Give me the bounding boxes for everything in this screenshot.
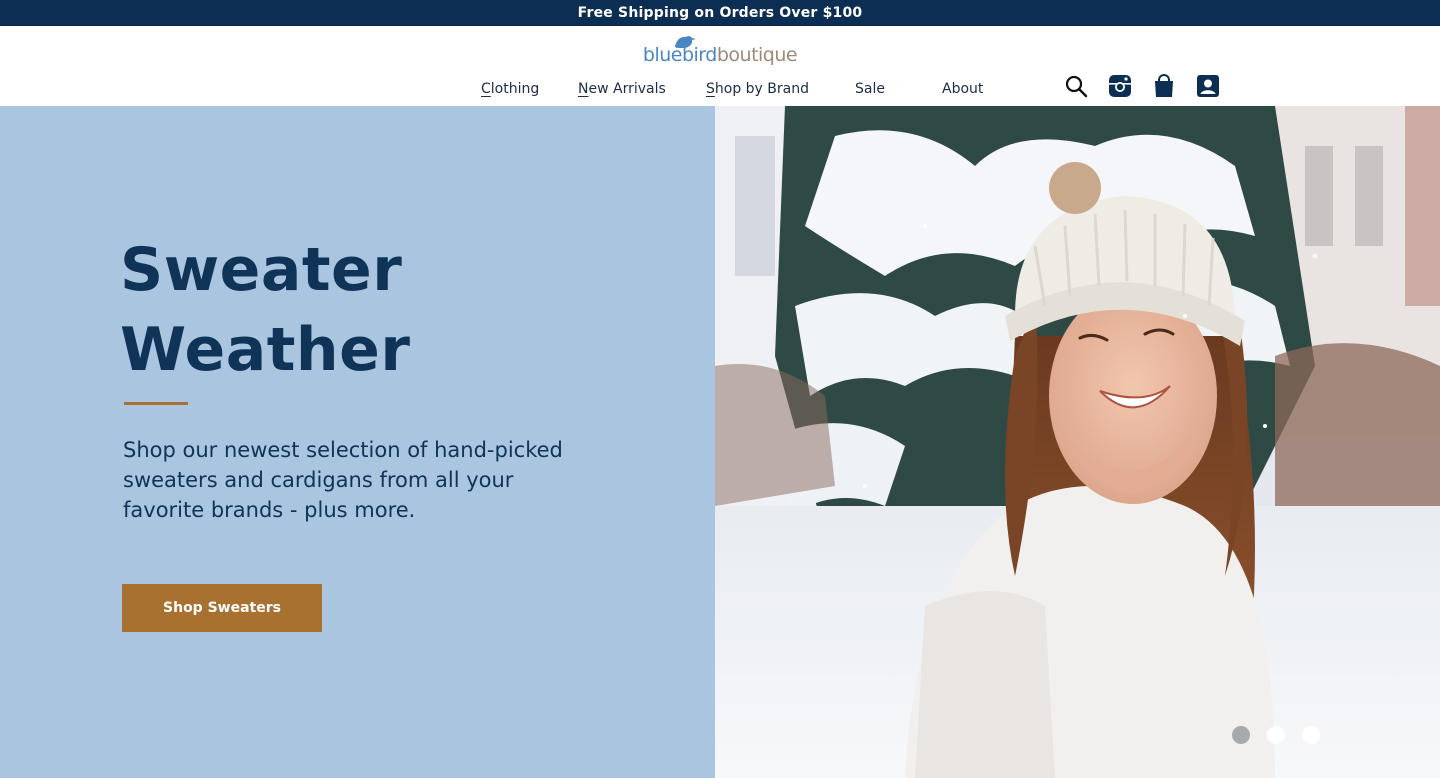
instagram-icon xyxy=(1109,75,1131,97)
carousel-dot-1[interactable] xyxy=(1232,726,1250,744)
logo-part-bluebird: bluebird xyxy=(642,44,717,66)
nav-item-shop-by-brand[interactable]: Shop by Brand xyxy=(706,81,809,97)
search-icon xyxy=(1065,75,1088,98)
nav-item-label: ew Arrivals xyxy=(588,81,666,97)
hero-panel: Sweater Weather Shop our newest selectio… xyxy=(0,106,715,778)
nav-item-label: lothing xyxy=(490,81,540,97)
nav-item-new-arrivals[interactable]: New Arrivals xyxy=(578,81,666,97)
nav-item-initial: N xyxy=(578,81,589,97)
cart-button[interactable] xyxy=(1152,74,1176,98)
logo-wordmark: bluebirdboutique xyxy=(640,44,800,66)
promo-bar: Free Shipping on Orders Over $100 xyxy=(0,0,1440,26)
nav-item-initial: C xyxy=(481,81,491,97)
carousel-dot-2[interactable] xyxy=(1267,726,1285,744)
nav-item-about[interactable]: About xyxy=(942,81,983,97)
nav-item-label: hop by Brand xyxy=(714,81,809,97)
shop-sweaters-button[interactable]: Shop Sweaters xyxy=(122,584,322,632)
nav-item-initial: S xyxy=(706,81,715,97)
account-icon xyxy=(1197,75,1219,97)
instagram-button[interactable] xyxy=(1108,74,1132,98)
hero-title: Sweater Weather xyxy=(120,230,600,390)
logo-part-boutique: boutique xyxy=(716,44,798,66)
nav-item-clothing[interactable]: Clothing xyxy=(481,81,539,97)
hero-description: Shop our newest selection of hand-picked… xyxy=(123,438,563,522)
hero-divider xyxy=(124,402,188,405)
hero-title-line-2: Weather xyxy=(120,315,411,385)
nav-item-label: About xyxy=(942,81,984,97)
site-header: bluebirdboutique Clothing New Arrivals S… xyxy=(0,26,1440,106)
account-button[interactable] xyxy=(1196,74,1220,98)
nav-item-sale[interactable]: Sale xyxy=(855,81,885,97)
promo-text: Free Shipping on Orders Over $100 xyxy=(577,5,863,21)
hero-title-line-1: Sweater xyxy=(120,235,403,305)
nav-item-label: Sale xyxy=(855,81,885,97)
search-button[interactable] xyxy=(1064,74,1088,98)
shopping-bag-icon xyxy=(1155,74,1173,97)
logo[interactable]: bluebirdboutique xyxy=(640,34,800,70)
hero-image xyxy=(715,106,1440,778)
woman-in-snow-photo xyxy=(715,106,1440,778)
carousel-dot-3[interactable] xyxy=(1302,726,1320,744)
